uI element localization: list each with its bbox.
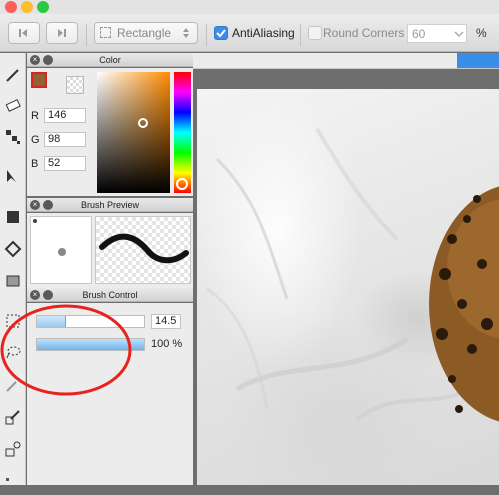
- checkmark-icon: [216, 29, 226, 38]
- move-tool-icon[interactable]: [3, 167, 23, 187]
- green-value: 98: [48, 133, 61, 145]
- round-corners-label: Round Corners: [323, 26, 405, 40]
- brush-tip-small-dot: [33, 219, 37, 223]
- toolbar-separator: [300, 24, 301, 46]
- rectangle-fill-tool-icon[interactable]: [3, 207, 23, 227]
- close-icon[interactable]: ×: [30, 290, 40, 300]
- chevron-down-icon: [454, 31, 464, 38]
- shape-select-value: Rectangle: [117, 26, 172, 40]
- green-label: G: [31, 134, 40, 146]
- toolbar-separator: [86, 24, 87, 46]
- blue-field[interactable]: 52: [44, 156, 86, 171]
- percent-label: %: [476, 26, 487, 40]
- brush-size-field[interactable]: 14.5: [151, 314, 181, 329]
- brush-size-value: 14.5: [155, 315, 177, 327]
- pencil-tool-icon[interactable]: [3, 65, 23, 85]
- tool-palette: [0, 53, 26, 485]
- saturation-brightness-picker[interactable]: [97, 72, 170, 193]
- horizontal-ruler: [193, 53, 499, 69]
- gradient-tool-icon[interactable]: [3, 271, 23, 291]
- brush-preview-panel: [27, 213, 193, 288]
- color-panel-title: Color: [99, 55, 121, 65]
- minimize-window-button[interactable]: [21, 1, 33, 13]
- brush-preview-panel-header: × Brush Preview: [27, 198, 193, 212]
- detach-icon[interactable]: [43, 55, 53, 65]
- annotation-circle: [0, 304, 132, 396]
- brush-opacity-value: 100 %: [151, 338, 183, 350]
- brush-stroke-icon: [99, 233, 189, 264]
- close-icon[interactable]: ×: [30, 200, 40, 210]
- detach-icon[interactable]: [43, 200, 53, 210]
- red-value: 146: [48, 109, 67, 121]
- close-icon[interactable]: ×: [30, 55, 40, 65]
- transparent-color-swatch[interactable]: [66, 76, 84, 94]
- red-label: R: [31, 110, 39, 122]
- detach-icon[interactable]: [43, 290, 53, 300]
- brush-preview-panel-title: Brush Preview: [80, 200, 140, 210]
- blue-value: 52: [48, 157, 61, 169]
- brush-tip-preview[interactable]: [30, 216, 92, 284]
- canvas-image[interactable]: [197, 89, 499, 485]
- clone-stamp-tool-icon[interactable]: [3, 439, 23, 459]
- shape-select[interactable]: Rectangle: [94, 22, 198, 44]
- pattern-tool-icon[interactable]: [3, 127, 23, 147]
- eyedropper-tool-icon[interactable]: [3, 407, 23, 427]
- previous-button[interactable]: [8, 22, 40, 44]
- hue-slider-knob[interactable]: [176, 178, 188, 190]
- rectangle-icon: [100, 27, 111, 38]
- green-field[interactable]: 98: [44, 132, 86, 147]
- scroll-indicator[interactable]: [457, 53, 499, 68]
- antialiasing-label: AntiAliasing: [232, 26, 295, 40]
- hue-slider[interactable]: [174, 72, 191, 193]
- round-corners-checkbox[interactable]: [308, 26, 322, 40]
- blue-label: B: [31, 158, 39, 170]
- bed-sheet-image: [206, 127, 499, 422]
- color-panel: R 146 G 98 B 52: [27, 68, 193, 196]
- next-button[interactable]: [46, 22, 78, 44]
- more-tools-icon[interactable]: [3, 475, 23, 495]
- step-forward-icon: [58, 29, 66, 37]
- zoom-window-button[interactable]: [37, 1, 49, 13]
- brush-stroke-preview: [95, 216, 191, 284]
- brush-control-panel-title: Brush Control: [82, 290, 138, 300]
- color-panel-header: × Color: [27, 53, 193, 67]
- step-back-icon: [19, 29, 27, 37]
- antialiasing-checkbox[interactable]: [214, 26, 228, 40]
- paint-bucket-tool-icon[interactable]: [3, 239, 23, 259]
- red-field[interactable]: 146: [44, 108, 86, 123]
- round-corners-value: 60: [412, 27, 426, 41]
- window-titlebar: [0, 0, 499, 14]
- eraser-tool-icon[interactable]: [3, 95, 23, 115]
- toolbar-separator: [206, 24, 207, 46]
- toolbar: Rectangle AntiAliasing Round Corners 60 …: [0, 14, 499, 52]
- round-corners-field[interactable]: 60: [407, 24, 467, 43]
- color-picker-cursor[interactable]: [138, 118, 148, 128]
- close-window-button[interactable]: [5, 1, 17, 13]
- foreground-color-swatch[interactable]: [31, 72, 47, 88]
- chevron-up-down-icon: [183, 28, 189, 38]
- brush-tip-dot: [58, 248, 66, 256]
- cat-fur: [429, 186, 499, 422]
